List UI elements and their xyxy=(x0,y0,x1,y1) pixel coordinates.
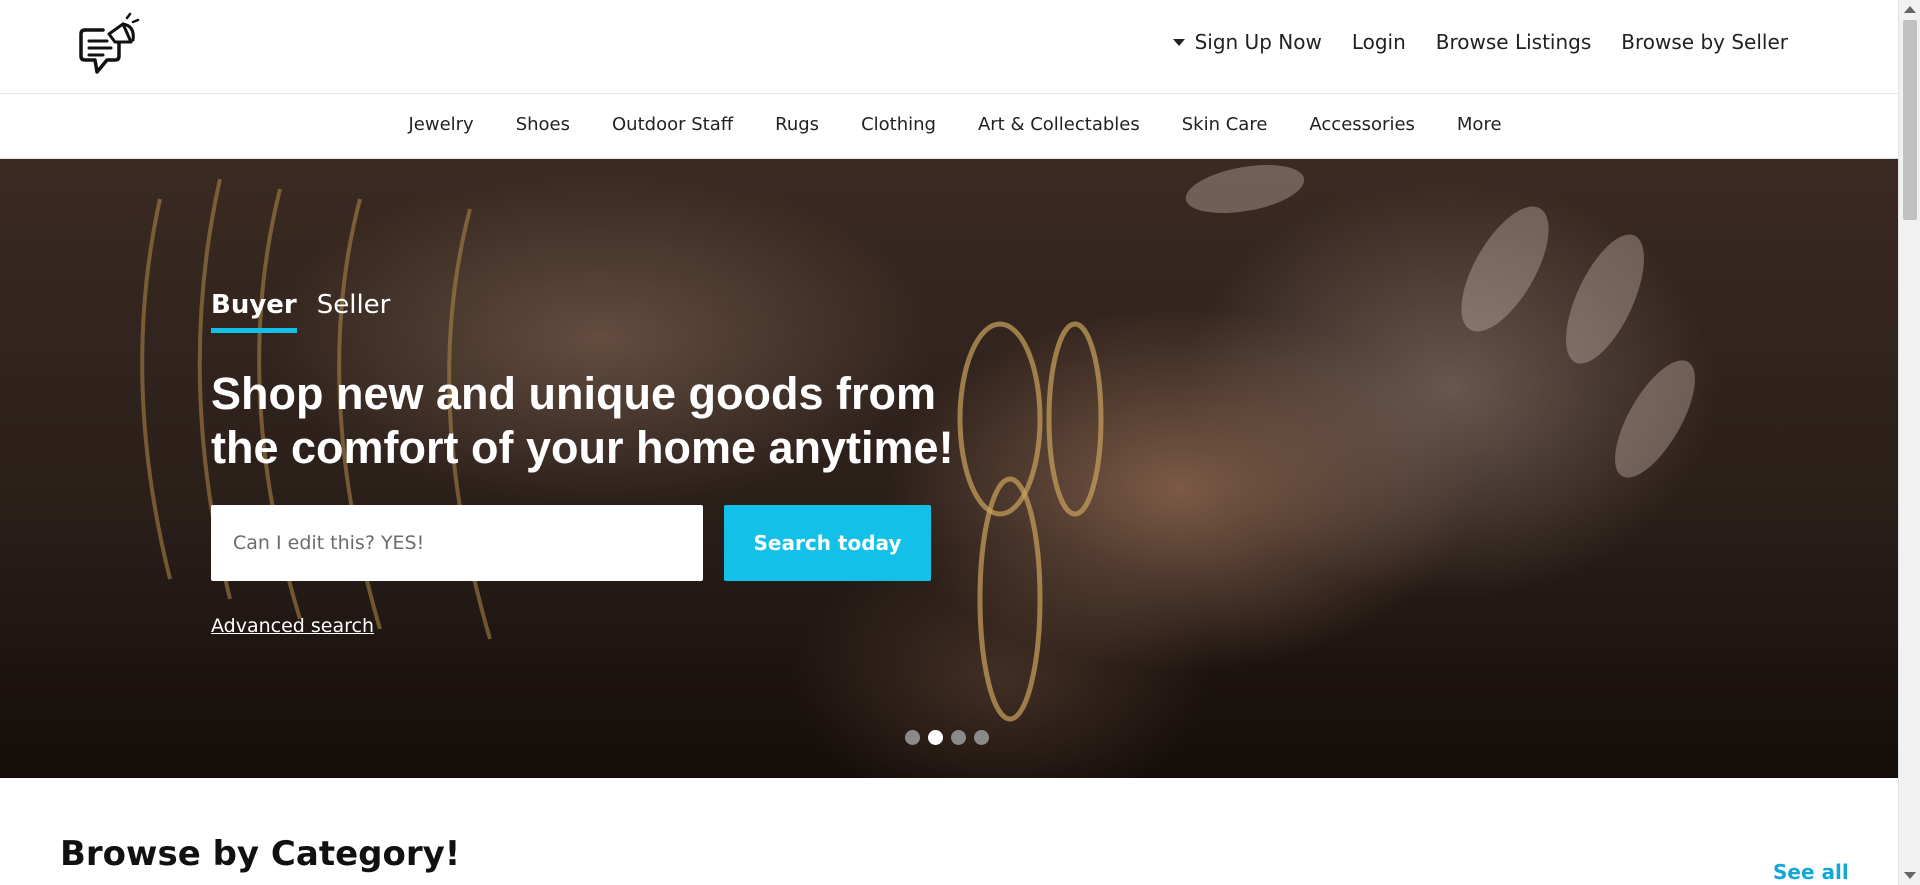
carousel-dot-3[interactable] xyxy=(951,730,966,745)
scroll-up-arrow-icon[interactable] xyxy=(1904,6,1916,13)
top-header: Sign Up Now Login Browse Listings Browse… xyxy=(0,0,1898,94)
scroll-down-arrow-icon[interactable] xyxy=(1904,872,1916,879)
carousel-indicators xyxy=(905,730,989,745)
browse-by-seller-label: Browse by Seller xyxy=(1621,30,1788,54)
login-label: Login xyxy=(1351,30,1406,54)
carousel-dot-4[interactable] xyxy=(974,730,989,745)
category-rugs[interactable]: Rugs xyxy=(775,114,819,135)
search-today-button[interactable]: Search today xyxy=(724,505,931,581)
page: Sign Up Now Login Browse Listings Browse… xyxy=(0,0,1898,885)
tab-seller[interactable]: Seller xyxy=(317,290,391,333)
hero-headline: Shop new and unique goods from the comfo… xyxy=(211,368,954,473)
caret-down-icon xyxy=(1172,38,1185,46)
browse-listings-link[interactable]: Browse Listings xyxy=(1436,30,1592,54)
buyer-seller-tabs: Buyer Seller xyxy=(211,290,390,333)
category-jewelry[interactable]: Jewelry xyxy=(408,114,473,135)
browse-listings-label: Browse Listings xyxy=(1435,30,1592,54)
vertical-scrollbar[interactable] xyxy=(1898,0,1920,885)
tab-buyer[interactable]: Buyer xyxy=(211,290,297,333)
carousel-dot-2[interactable] xyxy=(928,730,943,745)
browse-by-seller-link[interactable]: Browse by Seller xyxy=(1621,30,1788,54)
category-outdoor-staff[interactable]: Outdoor Staff xyxy=(612,114,733,135)
top-nav: Sign Up Now Login Browse Listings Browse… xyxy=(1172,30,1788,54)
chat-megaphone-logo-icon[interactable] xyxy=(75,12,141,80)
advanced-search-link[interactable]: Advanced search xyxy=(211,615,374,637)
hero-banner: Buyer Seller Shop new and unique goods f… xyxy=(0,159,1898,778)
category-list: Jewelry Shoes Outdoor Staff Rugs Clothin… xyxy=(0,114,1898,135)
browse-by-category-title: Browse by Category! xyxy=(60,834,461,874)
category-bar: Jewelry Shoes Outdoor Staff Rugs Clothin… xyxy=(0,94,1898,159)
search-input[interactable] xyxy=(211,505,703,581)
sign-up-label: Sign Up Now xyxy=(1194,30,1322,54)
category-clothing[interactable]: Clothing xyxy=(861,114,936,135)
login-link[interactable]: Login xyxy=(1352,30,1406,54)
category-shoes[interactable]: Shoes xyxy=(516,114,570,135)
sign-up-link[interactable]: Sign Up Now xyxy=(1172,30,1322,54)
category-skin-care[interactable]: Skin Care xyxy=(1182,114,1268,135)
category-art-collectables[interactable]: Art & Collectables xyxy=(978,114,1140,135)
category-accessories[interactable]: Accessories xyxy=(1309,114,1415,135)
scroll-thumb[interactable] xyxy=(1903,20,1917,220)
see-all-link[interactable]: See all xyxy=(1773,860,1849,884)
carousel-dot-1[interactable] xyxy=(905,730,920,745)
category-more[interactable]: More xyxy=(1457,114,1502,135)
